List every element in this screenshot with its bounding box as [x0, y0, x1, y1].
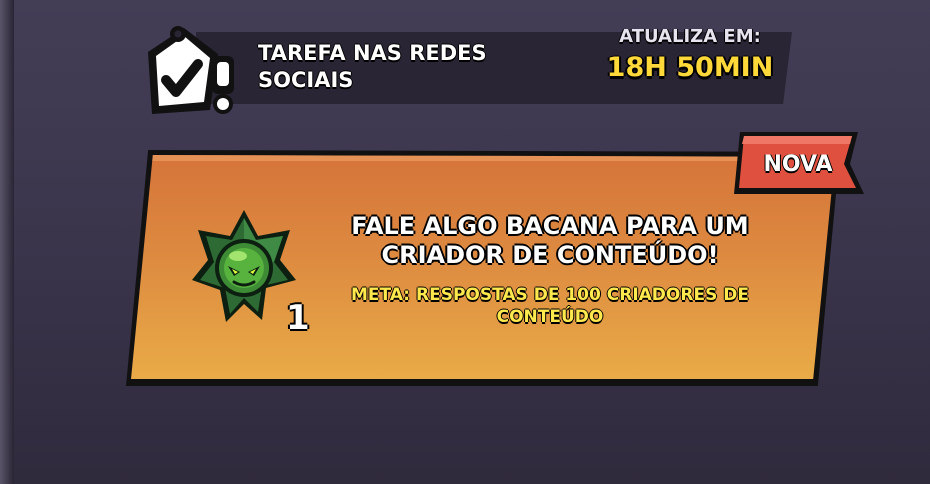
timer-label: ATUALIZA EM:: [619, 26, 761, 47]
refresh-timer: ATUALIZA EM: 18H 50MIN: [590, 26, 790, 84]
new-badge-label: NOVA: [763, 152, 833, 177]
checkmark-tag-icon: [148, 26, 234, 114]
quest-title: FALE ALGO BACANA PARA UM CRIADOR DE CONT…: [351, 212, 749, 269]
header-title: TAREFA NAS REDES SOCIAIS: [258, 41, 487, 92]
green-star-token-icon: [192, 210, 296, 322]
screen-edge: [0, 0, 14, 484]
timer-value: 18H 50MIN: [606, 52, 774, 83]
quest-goal: META: RESPOSTAS DE 100 CRIADORES DE CONT…: [351, 285, 749, 327]
reward-count: 1: [286, 298, 310, 338]
